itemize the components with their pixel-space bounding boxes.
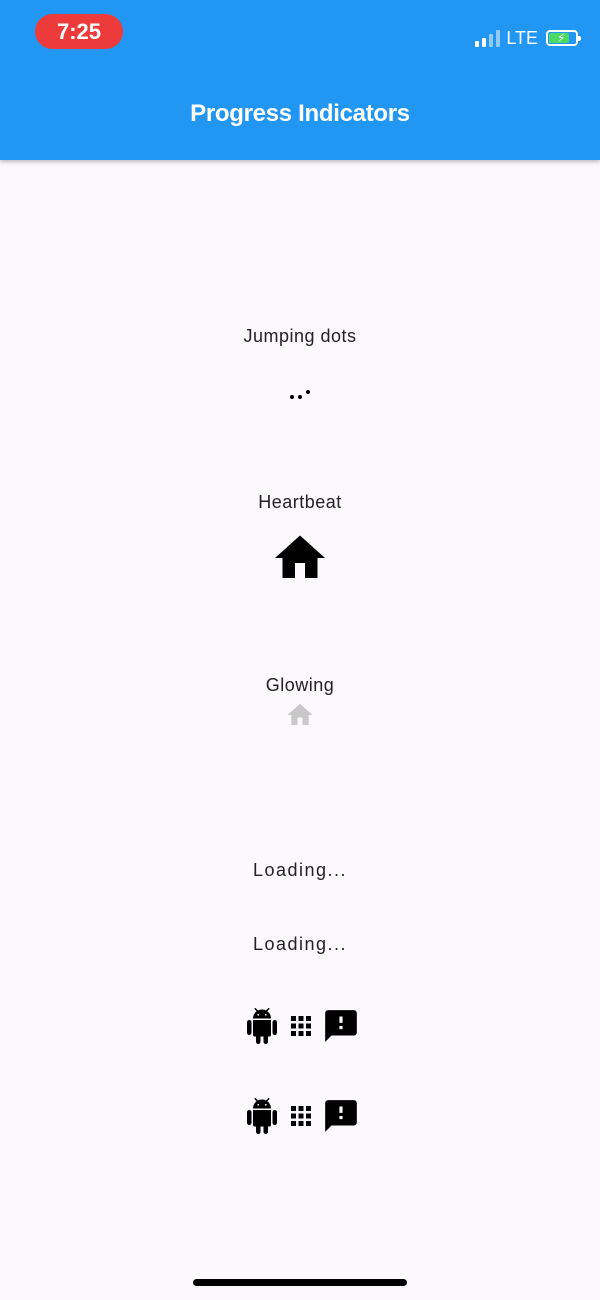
home-icon	[275, 535, 325, 578]
loading-text: Loading...	[252, 860, 348, 880]
signal-icon	[475, 29, 501, 47]
status-indicators: LTE ⚡	[475, 26, 581, 50]
feedback-icon	[325, 1100, 357, 1132]
android-icon	[247, 1008, 277, 1044]
home-indicator-bar[interactable]	[193, 1279, 407, 1286]
feedback-icon	[325, 1010, 357, 1042]
heartbeat-label: Heartbeat	[258, 492, 342, 512]
icon-row	[244, 1095, 360, 1137]
jumping-dots-label: Jumping dots	[243, 326, 357, 346]
glowing-label: Glowing	[265, 675, 335, 695]
jumping-dots-indicator	[288, 388, 312, 400]
apps-grid-icon	[291, 1106, 311, 1126]
network-type: LTE	[506, 27, 538, 48]
status-time: 7:25	[35, 14, 123, 49]
home-icon	[287, 703, 313, 725]
icon-row	[244, 1005, 360, 1047]
loading-text: Loading...	[252, 934, 348, 954]
page-title: Progress Indicators	[190, 100, 410, 127]
battery-icon: ⚡	[546, 30, 581, 46]
app-bar: 7:25 LTE ⚡ Progress Indicators	[0, 0, 600, 160]
android-icon	[247, 1098, 277, 1134]
apps-grid-icon	[291, 1016, 311, 1036]
